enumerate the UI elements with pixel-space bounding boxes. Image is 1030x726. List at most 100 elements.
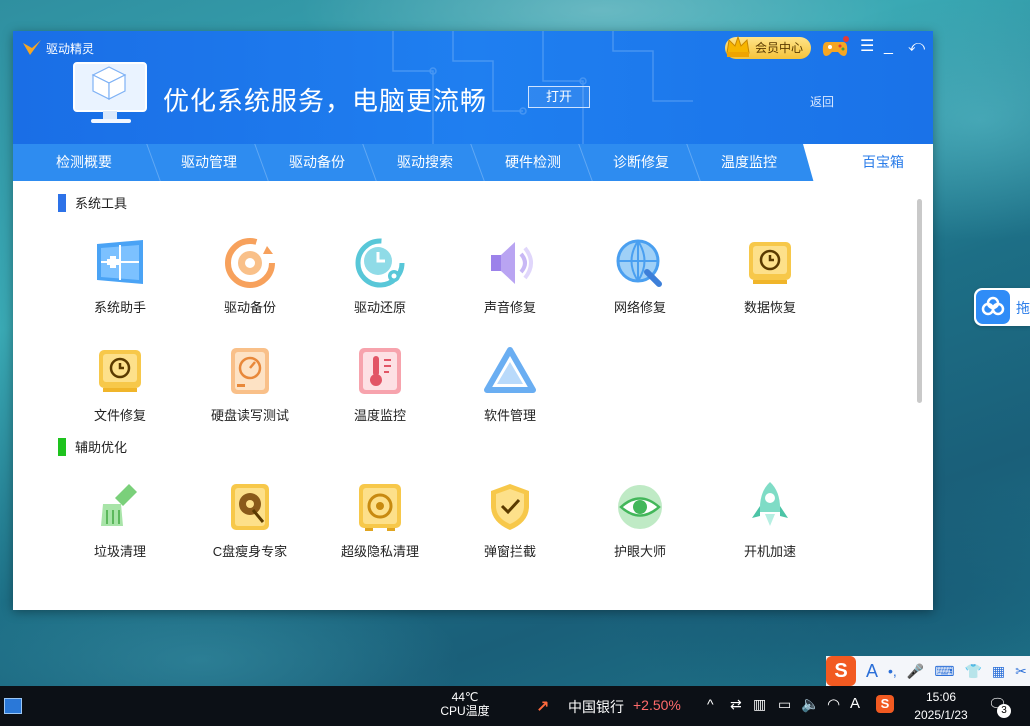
microphone-icon[interactable]: 🎤 bbox=[907, 663, 924, 680]
tool-label: 驱动备份 bbox=[223, 300, 276, 315]
data-recovery-icon bbox=[749, 242, 791, 284]
tab-overview[interactable]: 检测概要 bbox=[13, 144, 155, 181]
tab-driver-manage[interactable]: 驱动管理 bbox=[155, 144, 263, 181]
battery-icon[interactable]: ▭ bbox=[778, 696, 791, 713]
menu-icon[interactable]: ☰ bbox=[860, 39, 874, 55]
tab-temp-monitor[interactable]: 温度监控 bbox=[695, 144, 803, 181]
wifi-icon[interactable]: ◠ bbox=[827, 695, 840, 713]
stock-name[interactable]: 中国银行 bbox=[568, 697, 624, 717]
tool-label: 护眼大师 bbox=[613, 544, 666, 559]
return-arrow-icon[interactable]: ⤺ bbox=[908, 39, 925, 55]
tool-junk-clean[interactable]: 垃圾清理 bbox=[65, 480, 175, 560]
taskbar: 44℃ CPU温度 ↗ 中国银行 +2.50% ^ ⇄ ▥ ▭ 🔈 ◠ A S … bbox=[0, 686, 1030, 726]
stock-change: +2.50% bbox=[633, 697, 681, 713]
punctuation-icon[interactable]: •, bbox=[888, 663, 897, 679]
c-drive-slim-icon bbox=[231, 484, 269, 530]
toolbox-icon[interactable]: ✂ bbox=[1015, 663, 1027, 680]
vip-center-button[interactable]: 会员中心 bbox=[725, 35, 811, 59]
side-widget-label: 拖 bbox=[1016, 300, 1030, 316]
taskbar-app-icon[interactable] bbox=[4, 698, 22, 714]
network-repair-icon bbox=[616, 239, 662, 287]
window-header: 驱动精灵 优化系统服务，电脑更流畅 打开 返回 会员中心 ☰ _ ⤺ bbox=[13, 31, 933, 144]
file-repair-icon bbox=[99, 350, 141, 392]
tool-eye-care[interactable]: 护眼大师 bbox=[585, 480, 695, 560]
software-manager-icon bbox=[484, 347, 536, 393]
cpu-temp-value: 44℃ bbox=[451, 690, 479, 704]
driver-restore-icon bbox=[355, 238, 405, 288]
broom-icon bbox=[101, 484, 137, 526]
privacy-safe-icon bbox=[359, 484, 401, 531]
tool-label: 声音修复 bbox=[483, 300, 536, 315]
tool-label: 网络修复 bbox=[613, 300, 666, 315]
keyboard-icon[interactable]: ⌨ bbox=[934, 663, 954, 680]
brand-name: 驱动精灵 bbox=[46, 41, 95, 56]
cloud-drive-side-widget[interactable]: 拖 bbox=[974, 288, 1030, 326]
tool-temp-monitor[interactable]: 温度监控 bbox=[325, 344, 435, 424]
back-link[interactable]: 返回 bbox=[810, 93, 834, 110]
tool-label: 垃圾清理 bbox=[93, 544, 146, 559]
vertical-scrollbar[interactable] bbox=[917, 199, 922, 403]
tool-c-drive-slim[interactable]: C盘瘦身专家 bbox=[195, 480, 305, 560]
tool-data-recovery[interactable]: 数据恢复 bbox=[715, 236, 825, 316]
tab-hardware-check[interactable]: 硬件检测 bbox=[479, 144, 587, 181]
tool-file-repair[interactable]: 文件修复 bbox=[65, 344, 175, 424]
sogou-ime-logo[interactable]: S bbox=[826, 656, 856, 686]
section-marker bbox=[58, 437, 66, 456]
nav-tabs: 检测概要 驱动管理 驱动备份 驱动搜索 硬件检测 诊断修复 温度监控 百宝箱 bbox=[13, 144, 933, 181]
media-icon[interactable]: ▥ bbox=[753, 696, 766, 713]
thermometer-icon bbox=[359, 348, 401, 394]
section-label: 系统工具 bbox=[75, 196, 128, 211]
app-window: 驱动精灵 优化系统服务，电脑更流畅 打开 返回 会员中心 ☰ _ ⤺ 检测概要 … bbox=[13, 31, 933, 610]
tab-diagnose-repair[interactable]: 诊断修复 bbox=[587, 144, 695, 181]
game-controller-icon[interactable] bbox=[821, 36, 849, 60]
tool-label: 驱动还原 bbox=[353, 300, 406, 315]
notification-count: 3 bbox=[997, 704, 1011, 718]
tool-sound-repair[interactable]: 声音修复 bbox=[455, 236, 565, 316]
sound-repair-icon bbox=[491, 242, 533, 284]
clock-date: 2025/1/23 bbox=[914, 708, 968, 722]
driver-backup-icon bbox=[225, 238, 275, 288]
open-button[interactable]: 打开 bbox=[528, 86, 590, 108]
tab-driver-search[interactable]: 驱动搜索 bbox=[371, 144, 479, 181]
show-hidden-icons-icon[interactable]: ^ bbox=[707, 696, 714, 712]
tool-label: 超级隐私清理 bbox=[340, 544, 419, 559]
sogou-tray-icon[interactable]: S bbox=[876, 695, 894, 713]
tool-boot-speedup[interactable]: 开机加速 bbox=[715, 480, 825, 560]
section-title-system-tools: 系统工具 bbox=[58, 193, 127, 212]
tab-driver-backup[interactable]: 驱动备份 bbox=[263, 144, 371, 181]
tool-label: 数据恢复 bbox=[743, 300, 796, 315]
skin-icon[interactable]: 👕 bbox=[964, 663, 981, 680]
transfer-icon[interactable]: ⇄ bbox=[730, 696, 742, 713]
optimize-service-hero-icon bbox=[73, 62, 147, 123]
tool-driver-backup[interactable]: 驱动备份 bbox=[195, 236, 305, 316]
tool-network-repair[interactable]: 网络修复 bbox=[585, 236, 695, 316]
section-title-assist-optimize: 辅助优化 bbox=[58, 437, 127, 456]
tool-label: 文件修复 bbox=[93, 408, 146, 423]
tool-software-manager[interactable]: 软件管理 bbox=[455, 344, 565, 424]
section-marker bbox=[58, 193, 66, 212]
tool-system-assistant[interactable]: 系统助手 bbox=[65, 236, 175, 316]
cloud-icon bbox=[976, 290, 1010, 324]
eye-care-icon bbox=[618, 485, 662, 529]
cpu-temp-label: CPU温度 bbox=[440, 704, 490, 718]
tool-label: 硬盘读写测试 bbox=[210, 408, 289, 423]
clock[interactable]: 15:06 2025/1/23 bbox=[906, 688, 976, 724]
tool-disk-test[interactable]: 硬盘读写测试 bbox=[195, 344, 305, 424]
vip-label: 会员中心 bbox=[755, 41, 804, 55]
tool-driver-restore[interactable]: 驱动还原 bbox=[325, 236, 435, 316]
tool-label: 温度监控 bbox=[353, 408, 406, 423]
hero-title: 优化系统服务，电脑更流畅 bbox=[163, 86, 488, 116]
clock-time: 15:06 bbox=[925, 690, 957, 704]
apps-grid-icon[interactable]: ▦ bbox=[992, 663, 1005, 680]
tab-toolbox[interactable]: 百宝箱 bbox=[803, 144, 933, 181]
volume-icon[interactable]: 🔈 bbox=[801, 695, 820, 713]
tool-label: 弹窗拦截 bbox=[483, 544, 536, 559]
ime-indicator[interactable]: A bbox=[850, 695, 860, 712]
vip-crown-icon bbox=[726, 35, 750, 57]
cpu-temp-widget[interactable]: 44℃ CPU温度 bbox=[440, 690, 490, 718]
tool-popup-block[interactable]: 弹窗拦截 bbox=[455, 480, 565, 560]
brand: 驱动精灵 bbox=[21, 39, 94, 57]
tool-privacy-clean[interactable]: 超级隐私清理 bbox=[325, 480, 435, 560]
minimize-icon[interactable]: _ bbox=[884, 39, 893, 55]
ime-mode[interactable]: A bbox=[866, 661, 878, 682]
